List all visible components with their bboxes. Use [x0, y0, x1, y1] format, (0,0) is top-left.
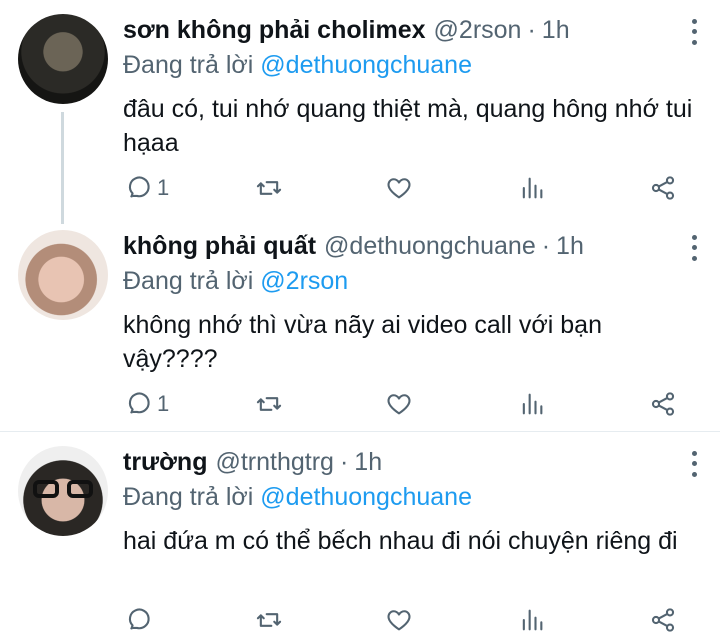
- tweet-reply[interactable]: sơn không phải cholimex @2rson · 1h Đang…: [0, 0, 720, 216]
- reply-count: 1: [157, 175, 170, 200]
- reply-button[interactable]: 1: [123, 172, 169, 204]
- reply-icon: [128, 608, 150, 630]
- like-icon: [387, 610, 411, 631]
- stats-button[interactable]: [518, 172, 546, 204]
- reply-mention-link[interactable]: @2rson: [260, 267, 348, 295]
- reply-mention-link[interactable]: @dethuongchuane: [260, 483, 472, 511]
- tweet-actions: 1: [123, 388, 700, 420]
- share-icon: [651, 392, 675, 416]
- separator: ·: [541, 232, 551, 260]
- display-name[interactable]: sơn không phải cholimex: [123, 12, 426, 48]
- share-button[interactable]: [649, 604, 677, 636]
- tweet-reply[interactable]: không phải quất @dethuongchuane · 1h Đan…: [0, 216, 720, 432]
- user-handle[interactable]: @2rson: [434, 12, 522, 48]
- tweet-body: không phải quất @dethuongchuane · 1h Đan…: [123, 228, 697, 416]
- like-button[interactable]: [385, 388, 413, 420]
- tweet-header: sơn không phải cholimex @2rson · 1h: [123, 12, 690, 48]
- reply-thread: sơn không phải cholimex @2rson · 1h Đang…: [0, 0, 720, 642]
- like-button[interactable]: [385, 604, 413, 636]
- stats-button[interactable]: [518, 604, 546, 636]
- retweet-icon: [256, 397, 282, 411]
- separator: ·: [339, 448, 349, 476]
- reply-button[interactable]: 1: [123, 388, 169, 420]
- reply-prefix: Đang trả lời: [123, 267, 254, 295]
- like-icon: [387, 394, 411, 415]
- tweet-text: hai đứa m có thể bếch nhau đi nói chuyện…: [123, 527, 678, 555]
- reply-prefix: Đang trả lời: [123, 51, 254, 79]
- reply-count: 1: [157, 391, 170, 416]
- avatar[interactable]: [18, 14, 108, 104]
- more-icon[interactable]: [682, 448, 706, 480]
- avatar[interactable]: [18, 230, 108, 320]
- stats-icon: [522, 177, 543, 199]
- tweet-body: sơn không phải cholimex @2rson · 1h Đang…: [123, 12, 697, 200]
- share-button[interactable]: [649, 388, 677, 420]
- tweet-reply[interactable]: trường @trnthgtrg · 1h Đang trả lời @det…: [0, 432, 720, 642]
- tweet-header: không phải quất @dethuongchuane · 1h: [123, 228, 690, 264]
- reply-context: Đang trả lời @dethuongchuane: [123, 480, 690, 514]
- stats-icon: [522, 609, 543, 631]
- share-icon: [651, 608, 675, 632]
- tweet-text: đâu có, tui nhớ quang thiệt mà, quang hô…: [123, 95, 693, 157]
- reply-button[interactable]: [123, 604, 157, 636]
- user-handle[interactable]: @dethuongchuane: [324, 228, 536, 264]
- stats-icon: [522, 393, 543, 415]
- share-button[interactable]: [649, 172, 677, 204]
- timestamp[interactable]: 1h: [542, 12, 570, 48]
- retweet-button[interactable]: [255, 388, 283, 420]
- reply-icon: [128, 176, 150, 198]
- reply-context: Đang trả lời @2rson: [123, 264, 690, 298]
- like-icon: [387, 178, 411, 199]
- retweet-button[interactable]: [255, 172, 283, 204]
- retweet-button[interactable]: [255, 604, 283, 636]
- user-handle[interactable]: @trnthgtrg: [215, 444, 333, 480]
- retweet-icon: [256, 613, 282, 627]
- separator: ·: [527, 16, 536, 44]
- tweet-actions: 1: [123, 172, 700, 204]
- reply-context: Đang trả lời @dethuongchuane: [123, 48, 690, 82]
- reply-mention-link[interactable]: @dethuongchuane: [260, 51, 472, 79]
- display-name[interactable]: không phải quất: [123, 228, 316, 264]
- stats-button[interactable]: [518, 388, 546, 420]
- timestamp[interactable]: 1h: [354, 444, 382, 480]
- tweet-body: trường @trnthgtrg · 1h Đang trả lời @det…: [123, 444, 697, 632]
- display-name[interactable]: trường: [123, 444, 207, 480]
- timestamp[interactable]: 1h: [556, 228, 584, 264]
- share-icon: [651, 176, 675, 200]
- tweet-text: không nhớ thì vừa nãy ai video call với …: [123, 311, 602, 373]
- tweet-actions: [123, 604, 700, 636]
- tweet-header: trường @trnthgtrg · 1h: [123, 444, 690, 480]
- reply-icon: [128, 392, 150, 414]
- avatar[interactable]: [18, 446, 108, 536]
- like-button[interactable]: [385, 172, 413, 204]
- reply-prefix: Đang trả lời: [123, 483, 254, 511]
- glasses-decoration: [33, 480, 93, 500]
- retweet-icon: [256, 181, 282, 195]
- more-icon[interactable]: [682, 232, 706, 264]
- more-icon[interactable]: [682, 16, 706, 48]
